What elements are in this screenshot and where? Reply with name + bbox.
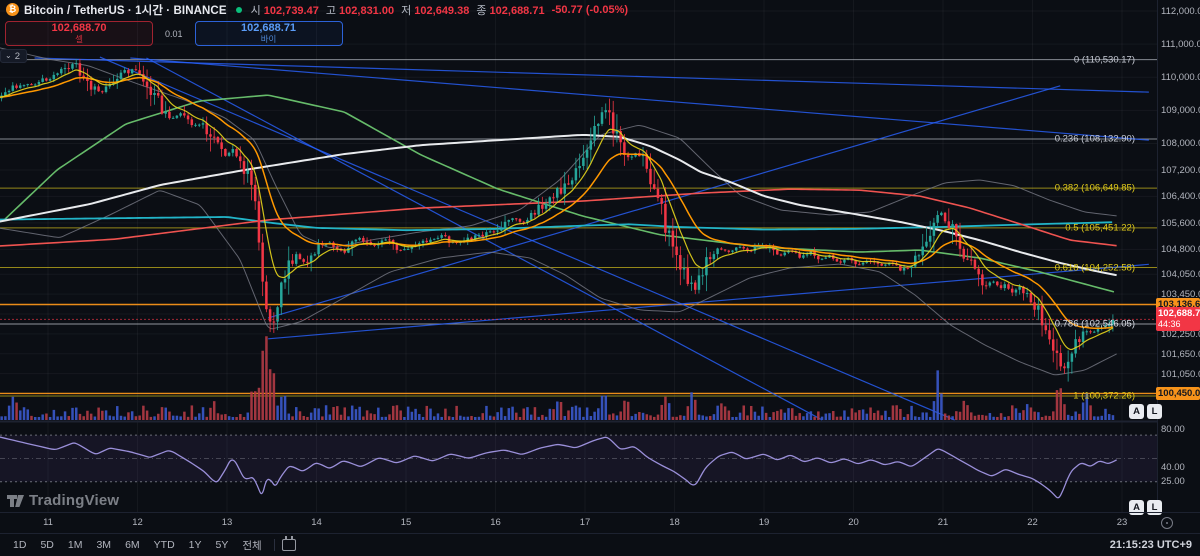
range-button-6m[interactable]: 6M: [120, 537, 145, 553]
time-tick-label: 16: [490, 517, 501, 528]
range-button-5y[interactable]: 5Y: [211, 537, 234, 553]
buy-button[interactable]: 102,688.71 바이: [194, 21, 343, 46]
fib-level-label: 0.5 (105,451.22): [1065, 222, 1135, 234]
time-tick-label: 14: [311, 517, 322, 528]
price-tick-label: 104,050.00: [1161, 269, 1200, 281]
buy-price: 102,688.71: [241, 21, 297, 34]
range-button-3m[interactable]: 3M: [91, 537, 116, 553]
range-button-1y[interactable]: 1Y: [184, 537, 207, 553]
range-button-1m[interactable]: 1M: [63, 537, 88, 553]
price-axis[interactable]: 112,000.00 111,000.00 110,000.00 109,000.00…: [1156, 0, 1200, 512]
chart-canvas[interactable]: [0, 0, 1157, 512]
ohlc-item: 고 102,831.00: [325, 4, 395, 17]
range-button-전체[interactable]: 전체: [237, 536, 266, 555]
scroll-to-realtime-icon[interactable]: [1161, 517, 1173, 529]
price-tick-label: 109,000.00: [1161, 105, 1200, 117]
fib-level-label: 0.236 (108,132.90): [1054, 133, 1135, 145]
fib-level-label: 0.618 (104,252.58): [1054, 262, 1135, 274]
bitcoin-icon: ₿: [6, 3, 19, 16]
price-tick-label: 101,650.00: [1161, 348, 1200, 360]
range-button-1d[interactable]: 1D: [8, 537, 31, 553]
time-tick-label: 20: [848, 517, 859, 528]
range-button-5d[interactable]: 5D: [35, 537, 58, 553]
last-price-badge: 102,688.7144:36: [1156, 307, 1200, 332]
ohlc-readout: 시 102,739.47 고 102,831.00 저 102,649.38 종 10…: [251, 2, 545, 18]
tradingview-logo-icon: [7, 494, 24, 507]
go-to-date-icon[interactable]: [281, 536, 296, 551]
price-tick-label: 101,050.00: [1161, 368, 1200, 380]
symbol-title[interactable]: Bitcoin / TetherUS · 1시간 · BINANCE: [24, 2, 227, 18]
ohlc-item: 저 102,649.38: [401, 4, 470, 17]
time-tick-label: 23: [1116, 517, 1128, 528]
sell-label: 셀: [75, 33, 83, 44]
legend-collapse-chip[interactable]: ⌄ 2: [0, 49, 27, 63]
sell-price: 102,688.70: [51, 21, 107, 34]
ohlc-item: 종 102,688.71: [476, 4, 545, 17]
chevron-down-icon: ⌄: [5, 51, 12, 60]
price-tick-label: 107,200.00: [1161, 164, 1200, 176]
time-tick-label: 12: [132, 517, 143, 528]
time-tick-label: 19: [758, 517, 770, 528]
price-tick-label: 111,000.00: [1161, 39, 1200, 51]
axis-buttons-main: AL: [1129, 404, 1162, 419]
tradingview-logo: TradingView: [7, 492, 119, 509]
rsi-tick-label: 25.00: [1161, 476, 1185, 488]
bottom-toolbar: 1D 5D 1M 3M 6M YTD 1Y 5Y 전체 21:15:23 UTC+9: [0, 533, 1200, 556]
toolbar-divider: [273, 539, 275, 551]
buy-label: 바이: [260, 33, 277, 44]
time-tick-label: 11: [43, 517, 53, 528]
price-tick-label: 106,400.00: [1161, 191, 1200, 203]
rsi-tick-label: 40.00: [1161, 462, 1185, 473]
ohlc-item: 시 102,739.47: [250, 4, 319, 17]
price-tick-label: 104,800.00: [1161, 244, 1200, 256]
time-axis[interactable]: 11 12 13 14 15 16 17 18 19 20 21 22 23: [0, 512, 1200, 533]
time-tick-label: 18: [669, 517, 680, 528]
range-button-ytd[interactable]: YTD: [149, 537, 180, 553]
price-tick-label: 112,000.00: [1161, 6, 1200, 17]
rsi-tick-label: 80.00: [1161, 424, 1185, 435]
price-line-badge: 100,450.00: [1156, 386, 1200, 400]
fib-level-label: 0.382 (106,649.85): [1054, 182, 1135, 194]
clock-readout: 21:15:23 UTC+9: [1109, 539, 1192, 551]
fib-level-label: 0 (110,530.17): [1073, 54, 1135, 66]
spread-value: 0.01: [165, 28, 183, 39]
chart-header: ₿ Bitcoin / TetherUS · 1시간 · BINANCE 시 1…: [0, 0, 900, 63]
log-scale-button[interactable]: L: [1147, 404, 1162, 419]
market-status-dot: [235, 6, 242, 13]
time-tick-label: 21: [937, 517, 949, 528]
hidden-indicator-count: 2: [14, 50, 20, 62]
auto-scale-button[interactable]: A: [1129, 404, 1144, 419]
time-tick-label: 22: [1027, 517, 1038, 528]
time-tick-label: 13: [221, 517, 233, 528]
fib-level-label: 1 (100,372.26): [1073, 390, 1135, 402]
time-tick-label: 17: [579, 517, 591, 528]
chart-plot-area[interactable]: 0 (110,530.17) 0.236 (108,132.90) 0.382 (1…: [0, 0, 1157, 512]
price-tick-label: 108,000.00: [1161, 138, 1200, 150]
time-tick-label: 15: [400, 517, 412, 528]
price-tick-label: 105,600.00: [1161, 217, 1200, 229]
sell-button[interactable]: 102,688.70 셀: [5, 21, 153, 46]
fib-level-label: 0.786 (102,546.05): [1054, 318, 1135, 330]
price-change: -50.77 (-0.05%): [551, 3, 629, 16]
price-tick-label: 110,000.00: [1161, 72, 1200, 84]
tradingview-chart-window: 0 (110,530.17) 0.236 (108,132.90) 0.382 (1…: [0, 0, 1200, 556]
